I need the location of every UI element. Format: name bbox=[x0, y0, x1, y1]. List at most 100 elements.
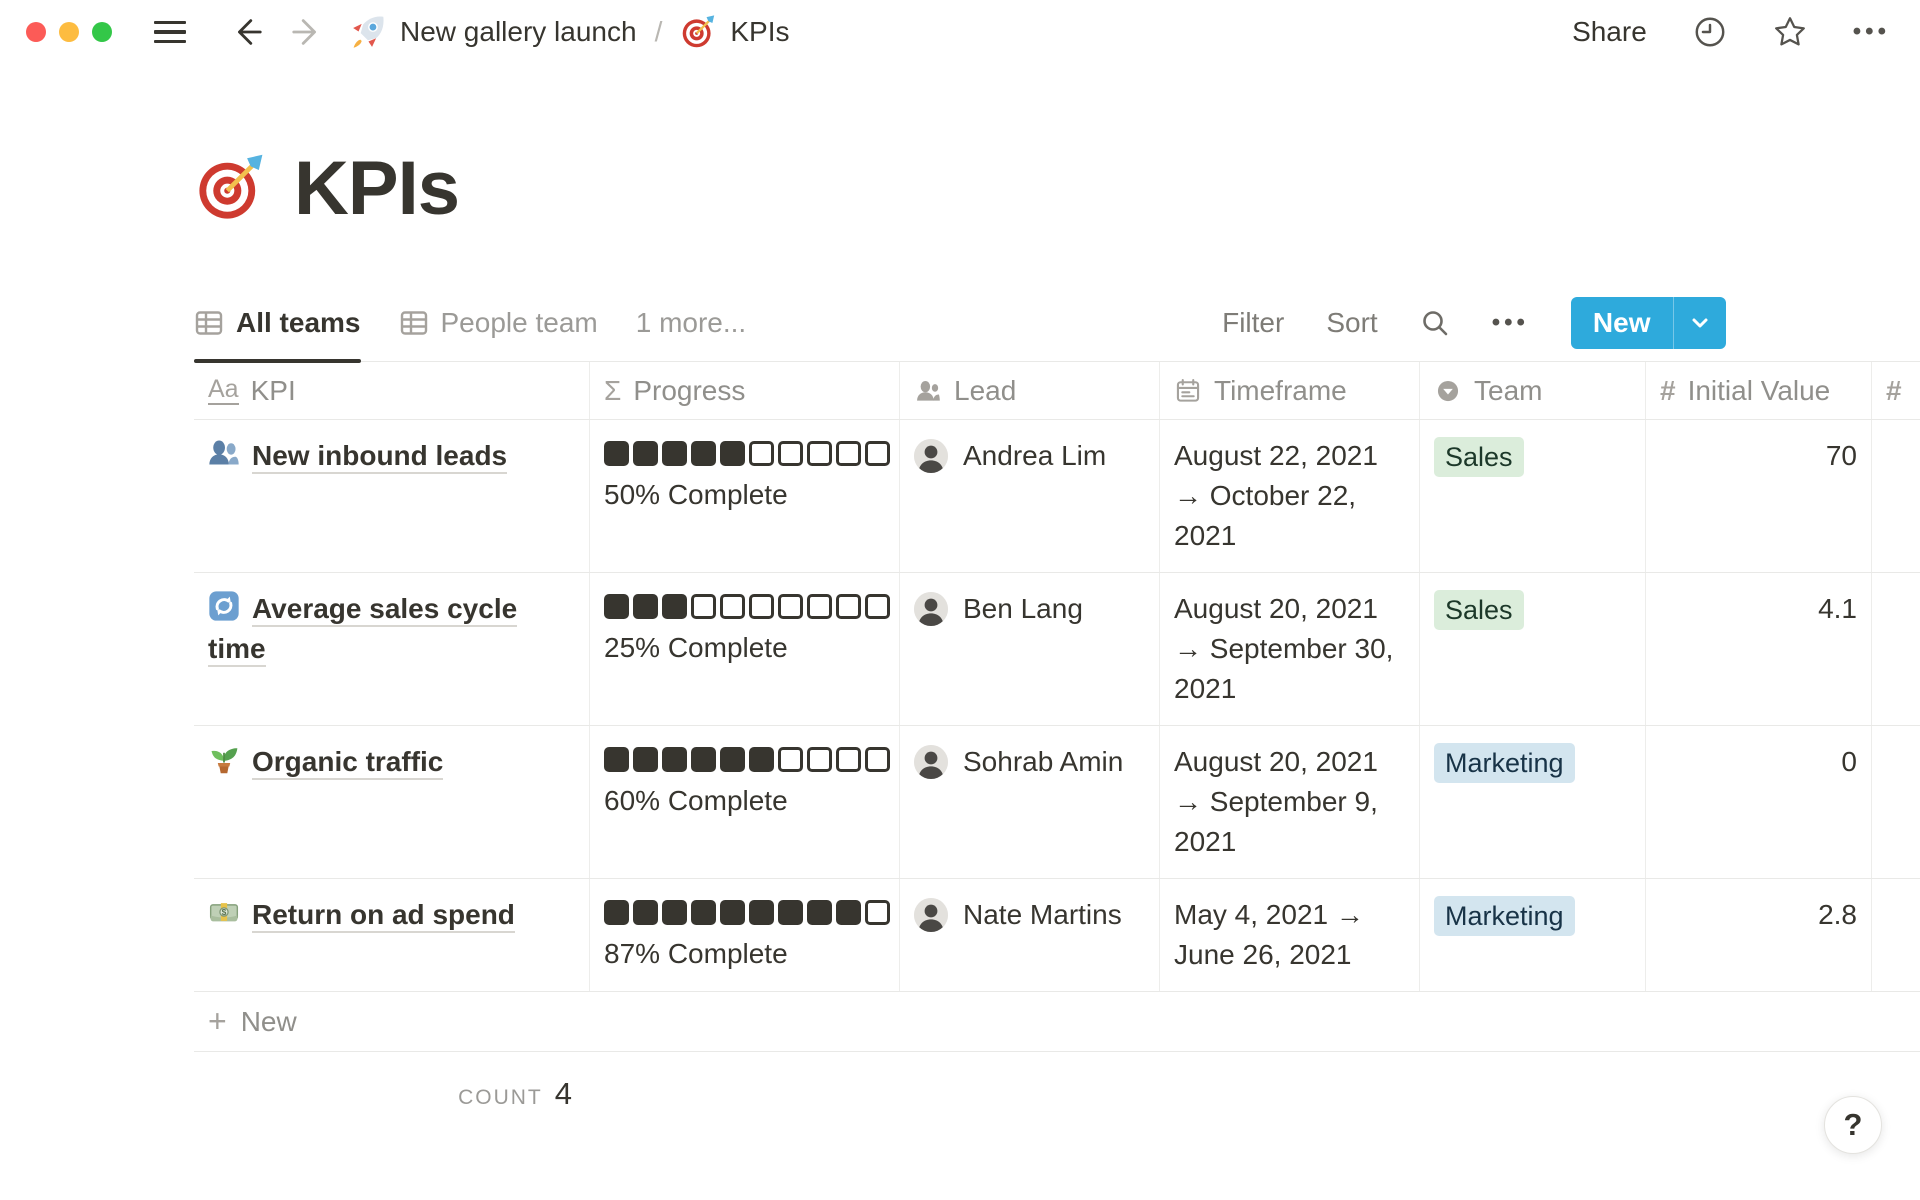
table-view-icon bbox=[399, 308, 429, 338]
updates-clock-icon[interactable] bbox=[1693, 15, 1727, 49]
progress-cell[interactable]: 25% Complete bbox=[590, 573, 900, 725]
extra-cell[interactable] bbox=[1872, 879, 1920, 991]
sort-button[interactable]: Sort bbox=[1326, 307, 1377, 339]
timeframe-cell[interactable]: August 20, 2021 → September 30, 2021 bbox=[1160, 573, 1420, 725]
progress-block bbox=[807, 747, 832, 772]
svg-text:$: $ bbox=[222, 907, 227, 917]
forward-icon[interactable] bbox=[290, 15, 324, 49]
column-header-extra[interactable]: # bbox=[1872, 362, 1920, 419]
progress-block bbox=[662, 900, 687, 925]
breadcrumb-separator: / bbox=[655, 16, 663, 48]
favorite-star-icon[interactable] bbox=[1773, 15, 1807, 49]
breadcrumb: New gallery launch / KPIs bbox=[350, 14, 790, 50]
progress-block bbox=[720, 747, 745, 772]
extra-cell[interactable] bbox=[1872, 573, 1920, 725]
initial-value: 2.8 bbox=[1818, 899, 1857, 930]
sidebar-menu-icon[interactable] bbox=[154, 21, 186, 44]
kpi-cell[interactable]: $ Return on ad spend bbox=[194, 879, 590, 991]
column-header-progress[interactable]: ΣProgress bbox=[590, 362, 900, 419]
minimize-window-button[interactable] bbox=[59, 22, 79, 42]
team-cell[interactable]: Marketing bbox=[1420, 726, 1646, 878]
close-window-button[interactable] bbox=[26, 22, 46, 42]
extra-cell[interactable] bbox=[1872, 420, 1920, 572]
count-value: 4 bbox=[555, 1076, 572, 1111]
new-row-label: New bbox=[241, 1006, 297, 1038]
timeframe-cell[interactable]: August 22, 2021 → October 22, 2021 bbox=[1160, 420, 1420, 572]
sum-icon: Σ bbox=[604, 377, 621, 405]
rocket-icon bbox=[350, 14, 386, 50]
more-options-icon[interactable]: ••• bbox=[1853, 18, 1890, 46]
initial-value-cell[interactable]: 2.8 bbox=[1646, 879, 1872, 991]
lead-cell[interactable]: Andrea Lim bbox=[900, 420, 1160, 572]
view-toolbar: All teams People team 1 more... Filter Sor… bbox=[194, 284, 1920, 362]
new-row-button[interactable]: + New bbox=[194, 992, 1920, 1052]
share-button[interactable]: Share bbox=[1572, 16, 1647, 48]
table-header-row: AaKPIΣProgressLeadTimeframeTeam#Initial … bbox=[194, 362, 1920, 420]
team-cell[interactable]: Sales bbox=[1420, 420, 1646, 572]
traffic-lights bbox=[26, 22, 112, 42]
column-header-kpi[interactable]: AaKPI bbox=[194, 362, 590, 419]
progress-block bbox=[691, 594, 716, 619]
progress-label: 87% Complete bbox=[604, 934, 885, 974]
progress-block bbox=[836, 594, 861, 619]
page-icon-target[interactable] bbox=[194, 152, 266, 224]
plus-icon: + bbox=[208, 1003, 227, 1040]
initial-value: 70 bbox=[1826, 440, 1857, 471]
initial-value-cell[interactable]: 0 bbox=[1646, 726, 1872, 878]
new-button-label[interactable]: New bbox=[1571, 297, 1673, 349]
kpi-title-link[interactable]: New inbound leads bbox=[252, 440, 507, 474]
progress-label: 60% Complete bbox=[604, 781, 885, 821]
calendar-icon bbox=[1174, 377, 1202, 405]
timeframe-cell[interactable]: August 20, 2021 → September 9, 2021 bbox=[1160, 726, 1420, 878]
person-icon bbox=[914, 377, 942, 405]
avatar bbox=[914, 592, 948, 626]
progress-block bbox=[778, 900, 803, 925]
kpi-cell[interactable]: Organic traffic bbox=[194, 726, 590, 878]
column-calculation[interactable]: COUNT4 bbox=[194, 1052, 590, 1112]
team-cell[interactable]: Sales bbox=[1420, 573, 1646, 725]
lead-cell[interactable]: Sohrab Amin bbox=[900, 726, 1160, 878]
column-header-timeframe[interactable]: Timeframe bbox=[1160, 362, 1420, 419]
progress-cell[interactable]: 60% Complete bbox=[590, 726, 900, 878]
view-tabs: All teams People team 1 more... bbox=[194, 284, 746, 361]
tab-people-team[interactable]: People team bbox=[399, 284, 598, 361]
chevron-down-icon[interactable] bbox=[1674, 297, 1726, 349]
team-cell[interactable]: Marketing bbox=[1420, 879, 1646, 991]
progress-block bbox=[691, 441, 716, 466]
initial-value-cell[interactable]: 4.1 bbox=[1646, 573, 1872, 725]
lead-cell[interactable]: Ben Lang bbox=[900, 573, 1160, 725]
breadcrumb-page-1[interactable]: New gallery launch bbox=[400, 16, 637, 48]
progress-cell[interactable]: 50% Complete bbox=[590, 420, 900, 572]
tab-1-more[interactable]: 1 more... bbox=[636, 284, 746, 361]
progress-cell[interactable]: 87% Complete bbox=[590, 879, 900, 991]
back-icon[interactable] bbox=[230, 15, 264, 49]
progress-block bbox=[749, 594, 774, 619]
filter-button[interactable]: Filter bbox=[1222, 307, 1284, 339]
zoom-window-button[interactable] bbox=[92, 22, 112, 42]
search-icon[interactable] bbox=[1420, 308, 1450, 338]
progress-block bbox=[604, 594, 629, 619]
view-more-options-icon[interactable]: ••• bbox=[1492, 309, 1529, 337]
column-header-team[interactable]: Team bbox=[1420, 362, 1646, 419]
lead-cell[interactable]: Nate Martins bbox=[900, 879, 1160, 991]
kpi-title-link[interactable]: Organic traffic bbox=[252, 746, 443, 780]
column-header-lead[interactable]: Lead bbox=[900, 362, 1160, 419]
help-button[interactable]: ? bbox=[1824, 1096, 1882, 1154]
column-header-initial-value[interactable]: #Initial Value bbox=[1646, 362, 1872, 419]
kpi-title-link[interactable]: Return on ad spend bbox=[252, 899, 515, 933]
initial-value-cell[interactable]: 70 bbox=[1646, 420, 1872, 572]
progress-block bbox=[749, 747, 774, 772]
breadcrumb-page-2[interactable]: KPIs bbox=[730, 16, 789, 48]
new-button[interactable]: New bbox=[1571, 297, 1726, 349]
timeframe-cell[interactable]: May 4, 2021 → June 26, 2021 bbox=[1160, 879, 1420, 991]
kpi-title-link[interactable]: Average sales cycle time bbox=[208, 593, 517, 667]
timeframe-value: August 20, 2021 → September 9, 2021 bbox=[1174, 746, 1378, 857]
kpi-cell[interactable]: Average sales cycle time bbox=[194, 573, 590, 725]
kpi-cell[interactable]: New inbound leads bbox=[194, 420, 590, 572]
tab-all-teams[interactable]: All teams bbox=[194, 284, 361, 361]
extra-cell[interactable] bbox=[1872, 726, 1920, 878]
progress-block bbox=[633, 594, 658, 619]
number-icon: # bbox=[1660, 377, 1676, 405]
progress-block bbox=[720, 441, 745, 466]
progress-block bbox=[691, 900, 716, 925]
